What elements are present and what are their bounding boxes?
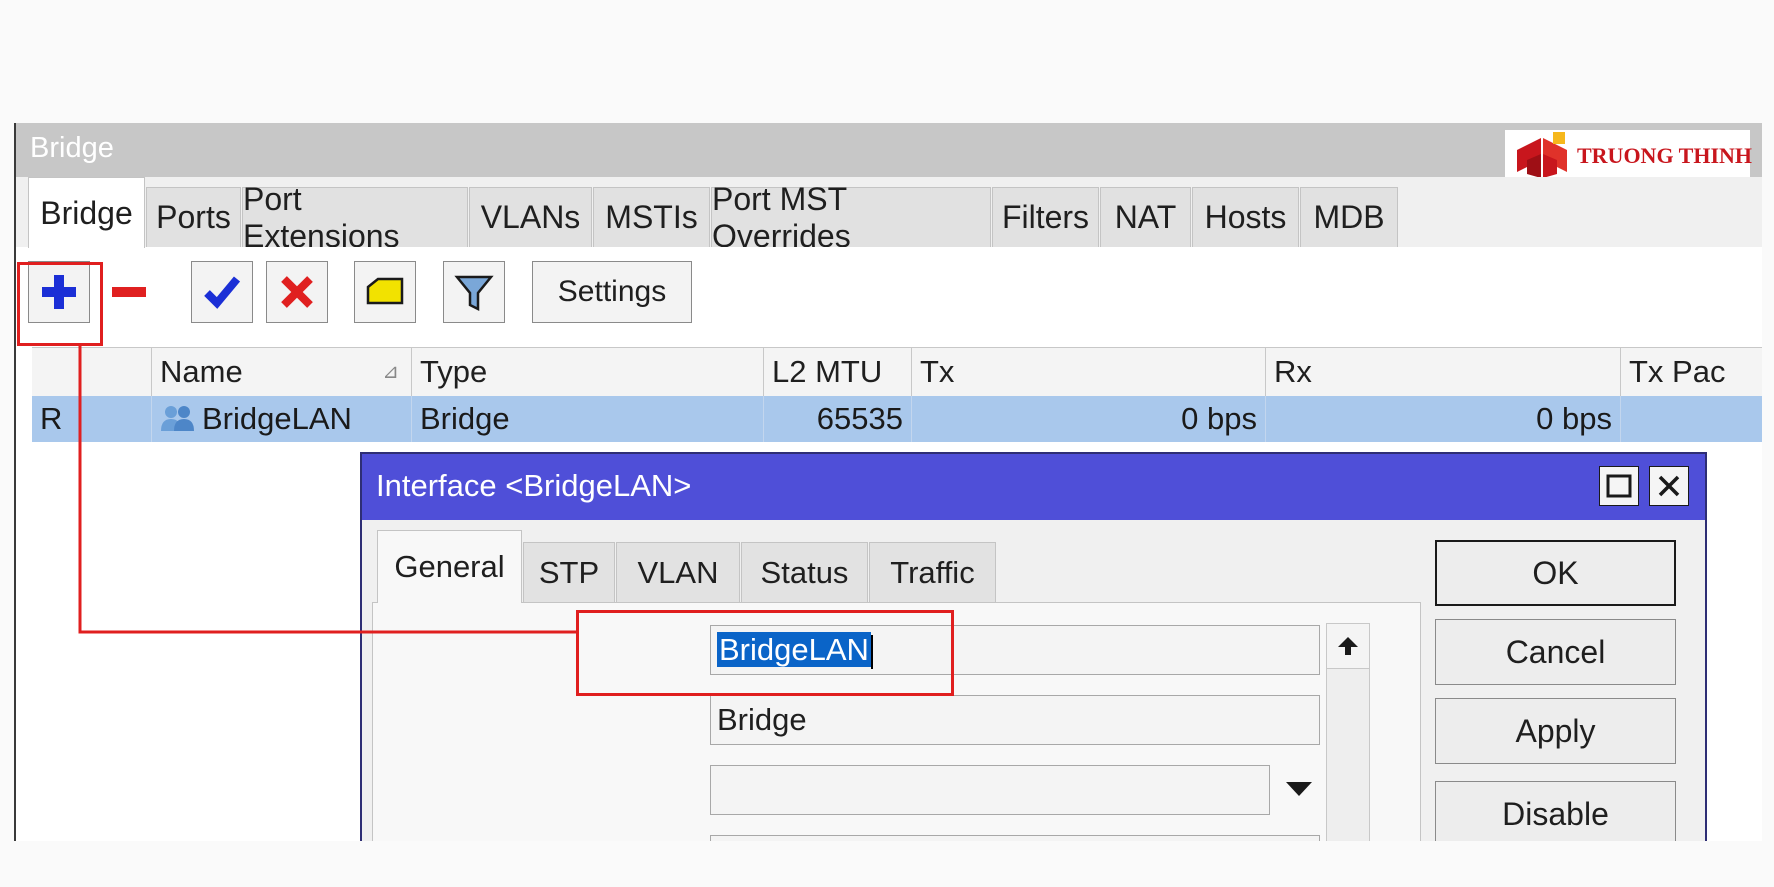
table-row[interactable]: R BridgeLAN Bridge 65535 0 bps 0 bps	[32, 396, 1762, 442]
dialog-titlebar[interactable]: Interface <BridgeLAN>	[362, 454, 1705, 520]
bridge-tab-bar: Bridge Ports Port Extensions VLANs MSTIs…	[16, 177, 1762, 254]
window-titlebar[interactable]: Bridge TRUONG THINH	[16, 123, 1762, 182]
tab-label: MDB	[1313, 199, 1385, 235]
maximize-icon	[1606, 474, 1632, 498]
tab-label: Traffic	[890, 554, 975, 590]
tab-port-mst-overrides[interactable]: Port MST Overrides	[711, 181, 991, 254]
sort-arrow-icon: ⊿	[382, 361, 399, 383]
enable-button[interactable]	[191, 261, 253, 323]
tab-label: Port MST Overrides	[712, 180, 851, 254]
tab-label: VLAN	[637, 554, 719, 590]
dialog-tab-stp[interactable]: STP	[523, 542, 615, 602]
cell-rx: 0 bps	[1266, 396, 1621, 442]
tab-label: Hosts	[1204, 199, 1287, 235]
filter-icon	[454, 275, 494, 312]
maximize-button[interactable]	[1599, 466, 1639, 506]
x-icon	[281, 276, 313, 308]
table-header: Name ⊿ Type L2 MTU Tx Rx Tx Pac	[32, 347, 1762, 397]
dialog-tab-general[interactable]: General	[377, 530, 522, 603]
dialog-tab-traffic[interactable]: Traffic	[869, 542, 996, 602]
tab-vlans[interactable]: VLANs	[469, 187, 592, 247]
interface-dialog: Interface <BridgeLAN> General STP VLAN S…	[360, 452, 1707, 852]
tab-label: Ports	[156, 199, 231, 235]
tab-label: MSTIs	[605, 199, 698, 235]
logo-mark-icon	[1517, 132, 1567, 178]
cell-flag: R	[32, 396, 152, 442]
comment-icon	[366, 277, 404, 305]
column-header-type[interactable]: Type	[412, 348, 764, 396]
column-header-tx-packets[interactable]: Tx Pac	[1621, 348, 1762, 396]
tab-label: Filters	[1001, 199, 1090, 235]
ok-button[interactable]: OK	[1435, 540, 1676, 606]
tab-label: VLANs	[480, 199, 581, 235]
add-button-highlight	[17, 262, 103, 346]
tab-label: Status	[760, 554, 849, 590]
apply-button[interactable]: Apply	[1435, 698, 1676, 764]
column-header-label: Name	[160, 354, 243, 389]
cell-tx-packets	[1621, 396, 1762, 442]
tab-mstis[interactable]: MSTIs	[593, 187, 710, 247]
tab-filters[interactable]: Filters	[992, 187, 1099, 247]
comment-button[interactable]	[354, 261, 416, 323]
column-header-name[interactable]: Name ⊿	[152, 348, 412, 396]
cell-l2mtu: 65535	[764, 396, 912, 442]
tab-hosts[interactable]: Hosts	[1192, 187, 1299, 247]
tab-ports[interactable]: Ports	[146, 187, 241, 247]
dialog-tab-status[interactable]: Status	[741, 542, 868, 602]
column-header-l2mtu[interactable]: L2 MTU	[764, 348, 912, 396]
cell-type: Bridge	[412, 396, 764, 442]
cell-name: BridgeLAN	[152, 396, 412, 442]
dialog-scrollbar[interactable]	[1326, 623, 1370, 852]
tab-label: NAT	[1114, 199, 1177, 235]
tab-label: General	[394, 549, 505, 584]
tab-nat[interactable]: NAT	[1100, 187, 1191, 247]
tab-label: STP	[538, 554, 600, 590]
dialog-tab-vlan[interactable]: VLAN	[616, 542, 740, 602]
tab-label: Bridge	[40, 194, 133, 231]
logo-text: TRUONG THINH	[1577, 143, 1753, 168]
remove-button[interactable]	[98, 261, 160, 323]
name-field-highlight	[576, 610, 954, 696]
column-header-tx[interactable]: Tx	[912, 348, 1266, 396]
cell-name-text: BridgeLAN	[202, 401, 352, 436]
tab-port-extensions[interactable]: Port Extensions	[242, 181, 468, 254]
settings-button[interactable]: Settings	[532, 261, 692, 323]
cell-tx: 0 bps	[912, 396, 1266, 442]
bottom-margin	[0, 841, 1774, 887]
mtu-input[interactable]	[710, 765, 1270, 815]
close-button[interactable]	[1649, 466, 1689, 506]
close-icon	[1658, 475, 1680, 497]
tab-label: Port Extensions	[243, 180, 400, 254]
disable-button[interactable]: Disable	[1435, 781, 1676, 847]
checkmark-icon	[204, 276, 241, 309]
scroll-up-button[interactable]	[1327, 624, 1369, 669]
minus-icon	[112, 287, 146, 297]
disable-button[interactable]	[266, 261, 328, 323]
column-header-rx[interactable]: Rx	[1266, 348, 1621, 396]
type-field: Bridge	[710, 695, 1320, 745]
mtu-dropdown-icon[interactable]	[1284, 778, 1314, 800]
cancel-button[interactable]: Cancel	[1435, 619, 1676, 685]
filter-button[interactable]	[443, 261, 505, 323]
arrow-up-icon	[1338, 637, 1358, 655]
bridge-interface-icon	[161, 406, 194, 431]
window-title: Bridge	[30, 132, 114, 164]
tab-bridge[interactable]: Bridge	[28, 177, 145, 248]
column-header-flag[interactable]	[32, 348, 152, 396]
truong-thinh-logo: TRUONG THINH	[1505, 130, 1753, 182]
toolbar: Settings	[16, 247, 1762, 327]
dialog-title: Interface <BridgeLAN>	[376, 468, 692, 503]
tab-mdb[interactable]: MDB	[1300, 187, 1398, 247]
